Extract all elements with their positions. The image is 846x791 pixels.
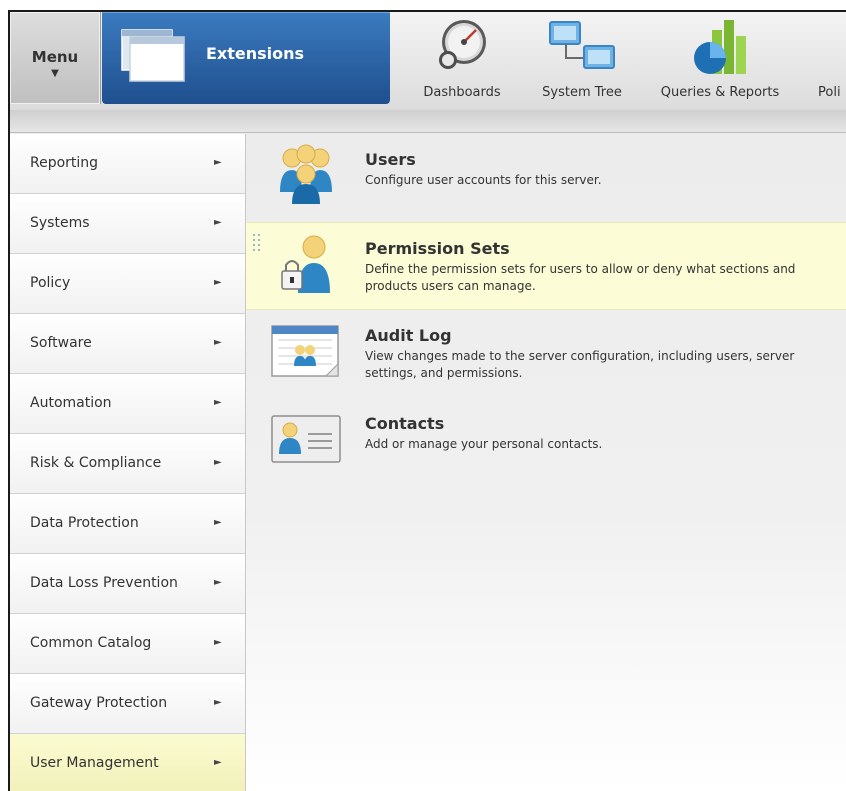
nav-dashboards-label: Dashboards: [423, 85, 501, 100]
sidebar-item-label: Common Catalog: [30, 635, 152, 651]
menu-button[interactable]: Menu ▼: [10, 12, 101, 104]
nav-policy-label: Poli: [818, 85, 841, 100]
list-item-permission-sets[interactable]: Permission Sets Define the permission se…: [246, 222, 846, 310]
chevron-right-icon: ►: [214, 217, 222, 228]
sidebar-item-risk-compliance[interactable]: Risk & Compliance ►: [10, 434, 245, 494]
sidebar-item-label: Data Loss Prevention: [30, 575, 178, 591]
nav-policy-partial[interactable]: Poli: [810, 12, 846, 104]
sidebar-item-data-loss-prevention[interactable]: Data Loss Prevention ►: [10, 554, 245, 614]
sidebar-item-automation[interactable]: Automation ►: [10, 374, 245, 434]
app-window: Menu ▼ Extensions Dashboards System Tree…: [8, 10, 846, 791]
nav-system-tree-label: System Tree: [542, 85, 622, 100]
list-item-audit-log[interactable]: Audit Log View changes made to the serve…: [246, 310, 846, 396]
nav-dashboards[interactable]: Dashboards: [415, 12, 509, 104]
audit-log-icon: [271, 325, 339, 377]
sidebar-item-label: Data Protection: [30, 515, 139, 531]
extensions-label: Extensions: [206, 44, 305, 63]
extensions-tab[interactable]: Extensions: [102, 12, 390, 104]
sidebar-item-label: Policy: [30, 275, 71, 291]
top-navigation-bar: Menu ▼ Extensions Dashboards System Tree…: [10, 12, 846, 111]
sidebar-item-label: Systems: [30, 215, 90, 231]
extensions-content: Users Configure user accounts for this s…: [246, 134, 846, 791]
chevron-right-icon: ►: [214, 337, 222, 348]
contacts-description: Add or manage your personal contacts.: [365, 437, 603, 451]
sidebar-menu: Reporting ► Systems ► Policy ► Software …: [10, 134, 246, 791]
sidebar-item-label: Automation: [30, 395, 112, 411]
dashboard-gauge-icon: [439, 20, 486, 69]
sidebar-item-label: Gateway Protection: [30, 695, 168, 711]
permission-sets-description: Define the permission sets for users to …: [365, 262, 796, 293]
sidebar-item-software[interactable]: Software ►: [10, 314, 245, 374]
permission-lock-user-icon: [281, 235, 330, 293]
drag-handle-icon[interactable]: [252, 233, 262, 253]
list-item-users[interactable]: Users Configure user accounts for this s…: [246, 134, 846, 220]
chevron-right-icon: ►: [214, 637, 222, 648]
nav-queries-reports-label: Queries & Reports: [660, 85, 780, 100]
sidebar-item-policy[interactable]: Policy ►: [10, 254, 245, 314]
contacts-title: Contacts: [365, 414, 445, 433]
sidebar-item-user-management[interactable]: User Management ►: [10, 734, 245, 791]
nav-queries-reports[interactable]: Queries & Reports: [650, 12, 790, 104]
toolbar-strip: [10, 110, 846, 133]
audit-log-description: View changes made to the server configur…: [365, 349, 795, 380]
permission-sets-title: Permission Sets: [365, 239, 510, 258]
users-group-icon: [280, 144, 332, 204]
sidebar-item-label: Software: [30, 335, 92, 351]
menu-label: Menu: [31, 48, 79, 66]
users-title: Users: [365, 150, 416, 169]
system-tree-icon: [549, 21, 615, 69]
audit-log-title: Audit Log: [365, 326, 452, 345]
sidebar-item-label: Risk & Compliance: [30, 455, 162, 471]
queries-reports-icon: [694, 20, 746, 74]
sidebar-item-gateway-protection[interactable]: Gateway Protection ►: [10, 674, 245, 734]
sidebar-item-systems[interactable]: Systems ►: [10, 194, 245, 254]
chevron-right-icon: ►: [214, 157, 222, 168]
contact-card-icon: [271, 415, 341, 463]
chevron-right-icon: ►: [214, 577, 222, 588]
chevron-right-icon: ►: [214, 757, 222, 768]
chevron-right-icon: ►: [214, 517, 222, 528]
chevron-right-icon: ►: [214, 397, 222, 408]
sidebar-item-reporting[interactable]: Reporting ►: [10, 134, 245, 194]
users-description: Configure user accounts for this server.: [365, 173, 602, 187]
chevron-right-icon: ►: [214, 457, 222, 468]
sidebar-item-common-catalog[interactable]: Common Catalog ►: [10, 614, 245, 674]
chevron-right-icon: ►: [214, 697, 222, 708]
extensions-window-icon: [121, 29, 185, 82]
nav-system-tree[interactable]: System Tree: [530, 12, 634, 104]
list-item-contacts[interactable]: Contacts Add or manage your personal con…: [246, 398, 846, 484]
sidebar-item-data-protection[interactable]: Data Protection ►: [10, 494, 245, 554]
sidebar-item-label: Reporting: [30, 155, 99, 171]
menu-dropdown-arrow-icon: ▼: [51, 68, 59, 79]
sidebar-item-label: User Management: [30, 755, 159, 771]
chevron-right-icon: ►: [214, 277, 222, 288]
